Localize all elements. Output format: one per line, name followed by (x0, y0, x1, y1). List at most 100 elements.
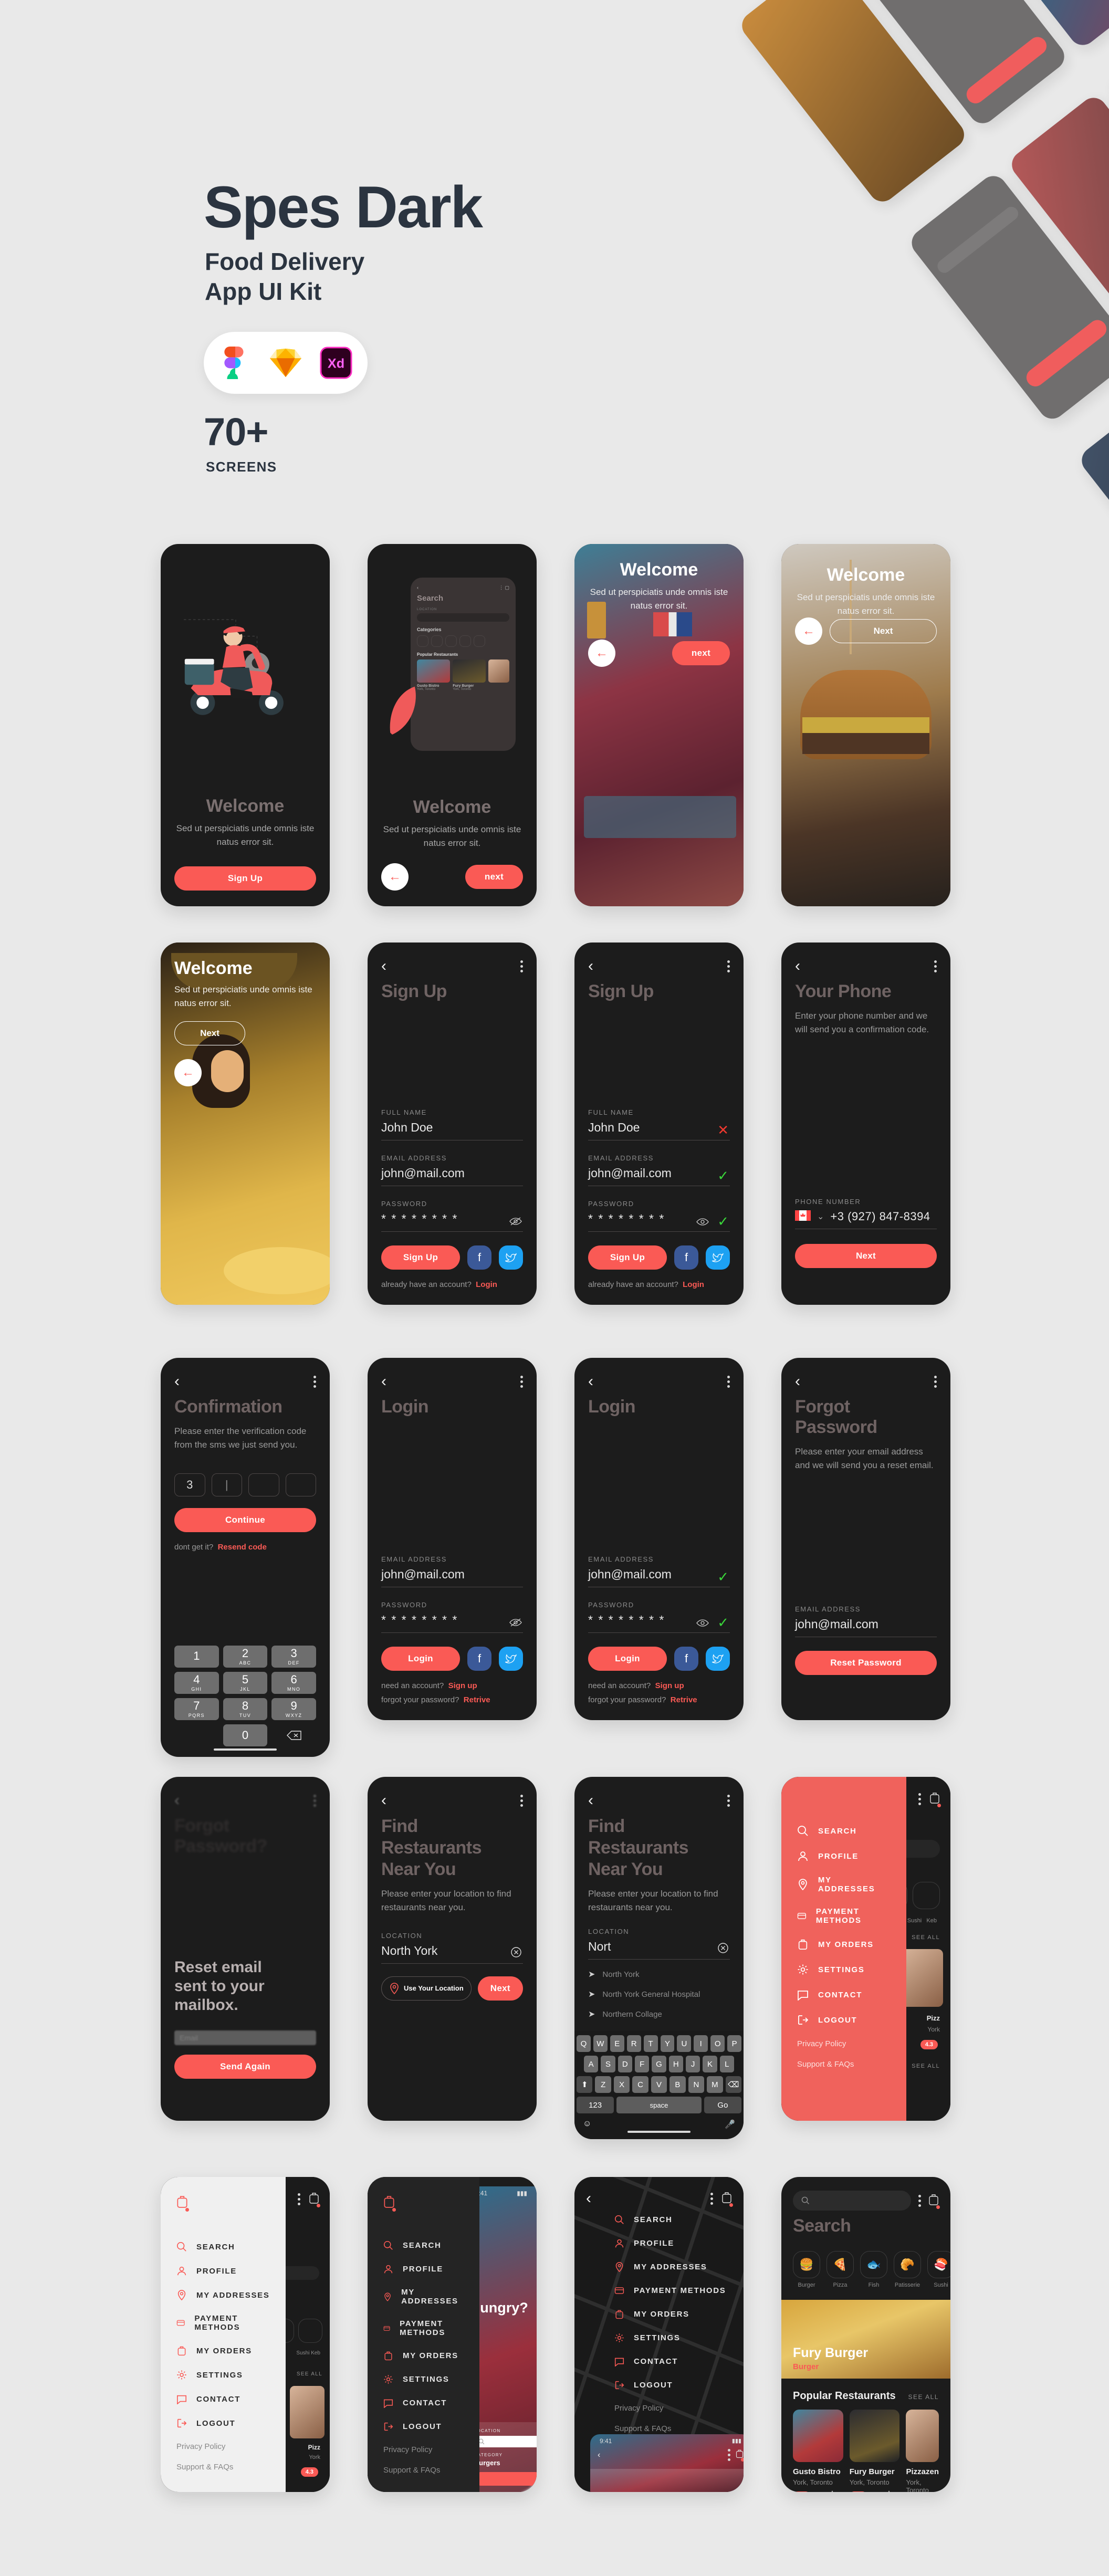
login-link[interactable]: Login (476, 1280, 497, 1289)
space-key[interactable]: space (616, 2097, 702, 2113)
password-field[interactable]: PASSWORD * * * * * * * * ✓ (588, 1200, 730, 1232)
sign-up-button[interactable]: Sign Up (381, 1245, 460, 1270)
category-patisserie[interactable]: 🥐 Patisserie (894, 2251, 921, 2288)
screen-menu-drawer-dark[interactable]: 9:41▮▮▮ ‹ Hungry? LOCATION CATEGORY Burg… (368, 2177, 537, 2492)
restaurant-list[interactable]: Gusto Bistro York, Toronto 4.3 Fury Burg… (793, 2410, 939, 2492)
overflow-menu-icon[interactable] (298, 2193, 300, 2205)
key-y[interactable]: Y (660, 2035, 675, 2052)
overflow-menu-icon[interactable] (520, 1794, 523, 1807)
eye-icon[interactable] (696, 1617, 709, 1630)
back-circle-button[interactable]: ← (381, 863, 409, 891)
back-icon[interactable]: ‹ (174, 1374, 180, 1389)
key-q[interactable]: Q (576, 2035, 591, 2052)
overflow-menu-icon[interactable] (728, 2449, 730, 2461)
key-s[interactable]: S (601, 2056, 615, 2072)
code-digit-3[interactable] (248, 1473, 279, 1496)
reset-password-button[interactable]: Reset Password (795, 1651, 937, 1675)
menu-item-my-orders[interactable]: MY ORDERS (797, 1939, 891, 1950)
menu-item-search[interactable]: SEARCH (383, 2240, 464, 2250)
category-fish[interactable]: 🐟 Fish (860, 2251, 887, 2288)
location-field[interactable]: LOCATION North York (381, 1932, 523, 1964)
next-button[interactable]: Next (795, 1244, 937, 1268)
email-field[interactable]: EMAIL ADDRESS john@mail.com (381, 1555, 523, 1587)
microphone-icon[interactable]: 🎤 (725, 2119, 735, 2130)
retrieve-link[interactable]: Retrive (464, 1695, 490, 1704)
overflow-menu-icon[interactable] (727, 1794, 730, 1807)
key-9[interactable]: 9 WXYZ (271, 1698, 316, 1720)
screen-confirmation[interactable]: ‹ Confirmation Please enter the verifica… (161, 1358, 330, 1757)
emoji-icon[interactable]: ☺ (583, 2119, 591, 2130)
screen-find-restaurants-typing[interactable]: ‹ Find Restaurants Near You Please enter… (574, 1777, 744, 2139)
overflow-menu-icon[interactable] (710, 2192, 713, 2205)
numeric-keypad[interactable]: 1 2 ABC 3 DEF 4 GHI 5 JKL 6 MNO 7 PQRS 8 TUV 9W… (174, 1646, 316, 1746)
key-n[interactable]: N (688, 2076, 705, 2093)
sign-up-link[interactable]: Sign up (448, 1681, 477, 1690)
code-digit-4[interactable] (285, 1473, 316, 1496)
location-field[interactable]: LOCATION Nort (588, 1928, 730, 1960)
screen-reset-email-sent[interactable]: ‹ Forgot Password? Reset email sent to y… (161, 1777, 330, 2121)
twitter-icon[interactable] (499, 1245, 523, 1270)
password-field[interactable]: PASSWORD * * * * * * * * ✓ (588, 1601, 730, 1633)
backspace-icon[interactable] (271, 1724, 316, 1746)
facebook-icon[interactable]: f (467, 1647, 491, 1671)
menu-item-settings[interactable]: SETTINGS (383, 2374, 464, 2384)
key-o[interactable]: O (710, 2035, 725, 2052)
screen-login[interactable]: ‹ Login EMAIL ADDRESS john@mail.com PASS… (368, 1358, 537, 1720)
key-h[interactable]: H (668, 2056, 683, 2072)
category-sushi[interactable]: 🍣 Sushi (927, 2251, 950, 2288)
search-input[interactable] (793, 2191, 911, 2211)
back-icon[interactable]: ‹ (588, 1793, 593, 1808)
support-faqs-link[interactable]: Support & FAQs (614, 2424, 736, 2433)
twitter-icon[interactable] (499, 1647, 523, 1671)
overflow-menu-icon[interactable] (918, 2194, 921, 2207)
key-z[interactable]: Z (595, 2076, 611, 2093)
category-burger[interactable]: 🍔 Burger (793, 2251, 820, 2288)
bag-icon[interactable] (736, 2449, 744, 2462)
menu-item-settings[interactable]: SETTINGS (614, 2333, 736, 2343)
bottom-preview-card[interactable]: 9:41 ▮▮▮ ‹ (590, 2434, 744, 2492)
screen-your-phone[interactable]: ‹ Your Phone Enter your phone number and… (781, 943, 950, 1305)
menu-item-my-addresses[interactable]: MY ADDRESSES (614, 2262, 736, 2272)
menu-item-logout[interactable]: LOGOUT (797, 2014, 891, 2026)
login-button[interactable]: Login (588, 1647, 667, 1671)
chevron-down-icon[interactable]: ⌄ (817, 1211, 824, 1222)
menu-item-contact[interactable]: CONTACT (176, 2394, 270, 2404)
menu-item-payment-methods[interactable]: PAYMENT METHODS (383, 2319, 464, 2337)
menu-item-my-addresses[interactable]: MY ADDRESSES (176, 2290, 270, 2300)
overflow-menu-icon[interactable] (313, 1794, 316, 1807)
twitter-icon[interactable] (706, 1647, 730, 1671)
menu-item-contact[interactable]: CONTACT (383, 2398, 464, 2408)
navigation-drawer[interactable]: SEARCH PROFILE MY ADDRESSES PAYMENT METH… (781, 1777, 907, 2121)
menu-item-my-orders[interactable]: MY ORDERS (614, 2309, 736, 2319)
menu-item-payment-methods[interactable]: PAYMENT METHODS (614, 2286, 736, 2296)
screen-find-restaurants[interactable]: ‹ Find Restaurants Near You Please enter… (368, 1777, 537, 2121)
key-u[interactable]: U (677, 2035, 692, 2052)
key-f[interactable]: F (635, 2056, 650, 2072)
eye-off-icon[interactable] (509, 1617, 522, 1630)
resend-code-link[interactable]: Resend code (218, 1543, 267, 1552)
bag-icon[interactable] (309, 2192, 320, 2207)
navigation-drawer[interactable]: SEARCH PROFILE MY ADDRESSES PAYMENT METH… (368, 2177, 479, 2492)
email-field[interactable]: EMAIL ADDRESS john@mail.com ✓ (588, 1154, 730, 1186)
navigation-drawer[interactable]: SEARCH PROFILE MY ADDRESSES PAYMENT METH… (161, 2177, 286, 2492)
key-m[interactable]: M (707, 2076, 723, 2093)
back-icon[interactable]: ‹ (795, 958, 800, 974)
key-b[interactable]: B (669, 2076, 686, 2093)
bag-icon[interactable] (721, 2191, 733, 2207)
privacy-policy-link[interactable]: Privacy Policy (176, 2442, 270, 2451)
key-a[interactable]: A (584, 2056, 599, 2072)
menu-item-logout[interactable]: LOGOUT (614, 2380, 736, 2390)
bag-icon[interactable] (928, 2193, 940, 2209)
privacy-policy-link[interactable]: Privacy Policy (614, 2404, 736, 2413)
menu-item-my-orders[interactable]: MY ORDERS (176, 2345, 270, 2356)
overflow-menu-icon[interactable] (934, 1375, 937, 1388)
full-name-field[interactable]: FULL NAME John Doe ✕ (588, 1108, 730, 1140)
overflow-menu-icon[interactable] (918, 1793, 921, 1805)
bag-icon[interactable] (176, 2195, 189, 2212)
menu-item-settings[interactable]: SETTINGS (176, 2370, 270, 2380)
restaurant-card[interactable]: Fury Burger York, Toronto 4.3 (849, 2410, 900, 2492)
back-icon[interactable]: ‹ (586, 2191, 591, 2206)
support-faqs-link[interactable]: Support & FAQs (176, 2463, 270, 2472)
twitter-icon[interactable] (706, 1245, 730, 1270)
navigation-drawer-overlay[interactable]: SEARCH PROFILE MY ADDRESSES PAYMENT METH… (614, 2215, 736, 2433)
